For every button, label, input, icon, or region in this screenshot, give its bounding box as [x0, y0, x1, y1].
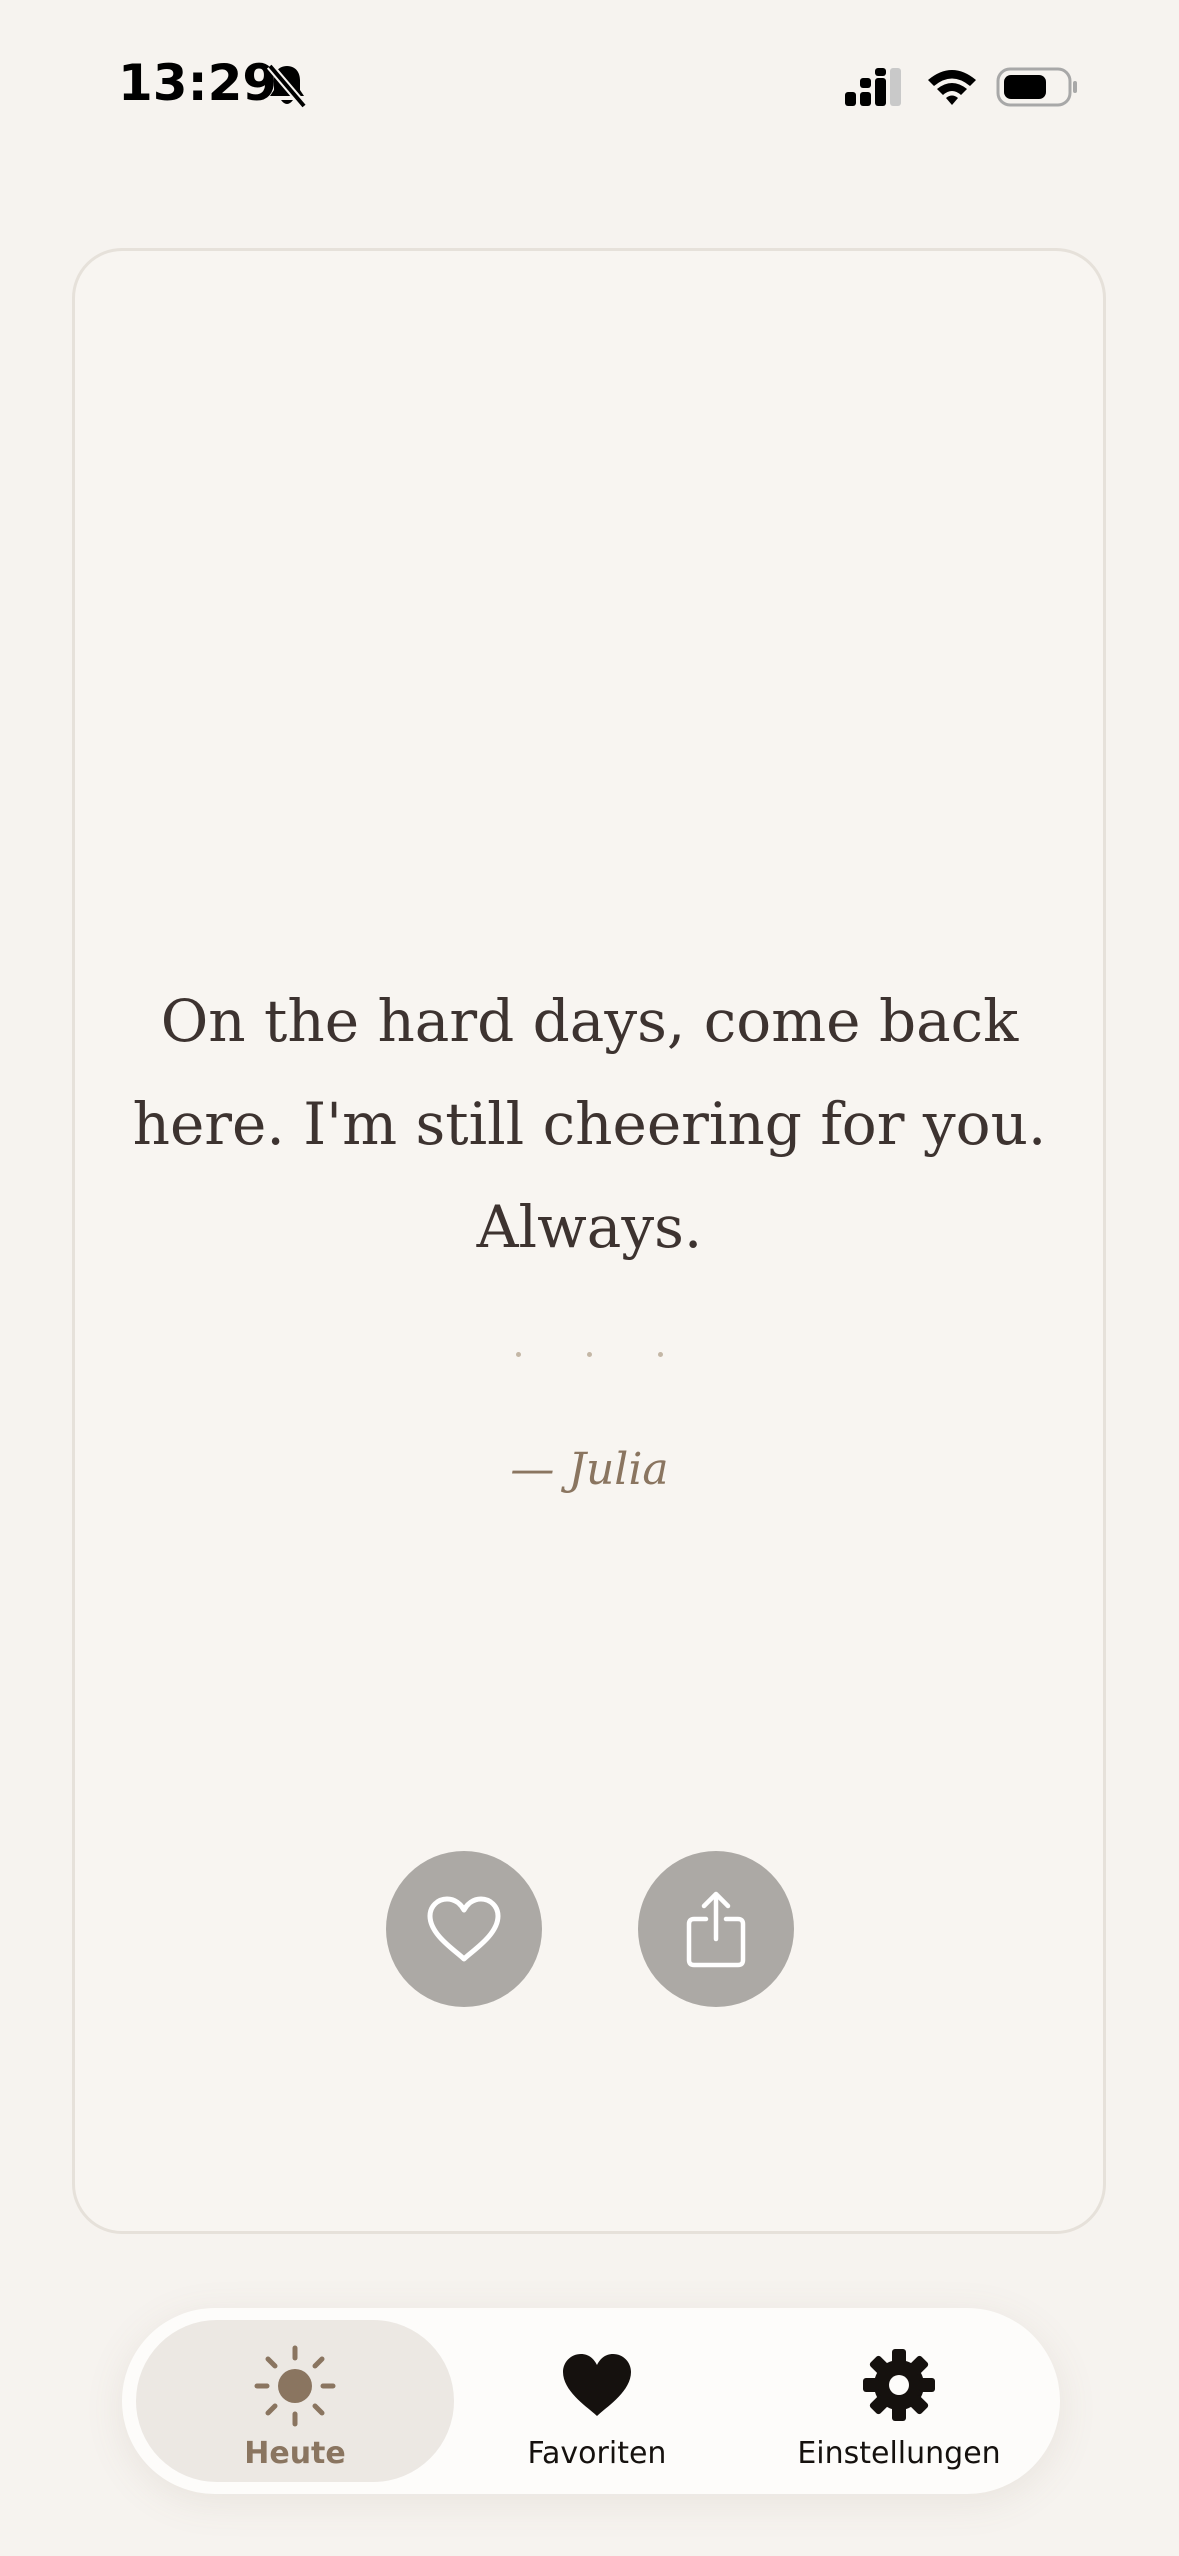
divider-dots: [0, 1352, 1179, 1357]
tab-favoriten[interactable]: Favoriten: [462, 2320, 732, 2482]
sun-icon: [254, 2345, 336, 2427]
battery-icon: [996, 67, 1077, 107]
heart-icon: [563, 2354, 631, 2416]
tab-label-einstellungen: Einstellungen: [797, 2436, 1001, 2471]
heart-outline-icon: [427, 1896, 501, 1962]
share-icon: [686, 1891, 746, 1968]
gear-icon: [863, 2349, 935, 2421]
favorite-button[interactable]: [386, 1851, 542, 2007]
tab-bar: Heute Favoriten Einstellungen: [122, 2308, 1060, 2494]
bell-slash-icon: [266, 63, 308, 109]
divider-dot: [587, 1352, 592, 1357]
divider-dot: [516, 1352, 521, 1357]
quote-author: — Julia: [510, 1444, 669, 1495]
tab-label-favoriten: Favoriten: [527, 2436, 667, 2471]
tab-einstellungen[interactable]: Einstellungen: [748, 2320, 1048, 2482]
cellular-signal-icon: [845, 68, 901, 106]
share-button[interactable]: [638, 1851, 794, 2007]
status-bar: 13:29: [0, 0, 1179, 170]
tab-heute[interactable]: Heute: [136, 2320, 454, 2482]
divider-dot: [658, 1352, 663, 1357]
status-time: 13:29: [118, 54, 278, 112]
tab-label-heute: Heute: [244, 2436, 346, 2471]
wifi-icon: [928, 70, 976, 105]
quote-text: On the hard days, come back here. I'm st…: [132, 987, 1047, 1261]
